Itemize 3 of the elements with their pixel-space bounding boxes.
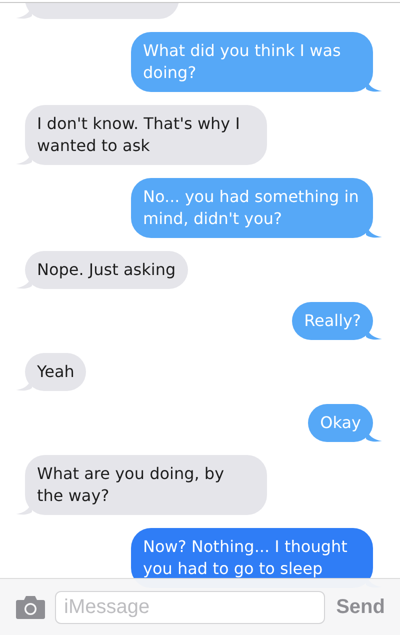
- send-button[interactable]: Send: [334, 596, 385, 618]
- camera-icon[interactable]: [15, 595, 46, 619]
- message-field[interactable]: iMessage: [55, 590, 326, 624]
